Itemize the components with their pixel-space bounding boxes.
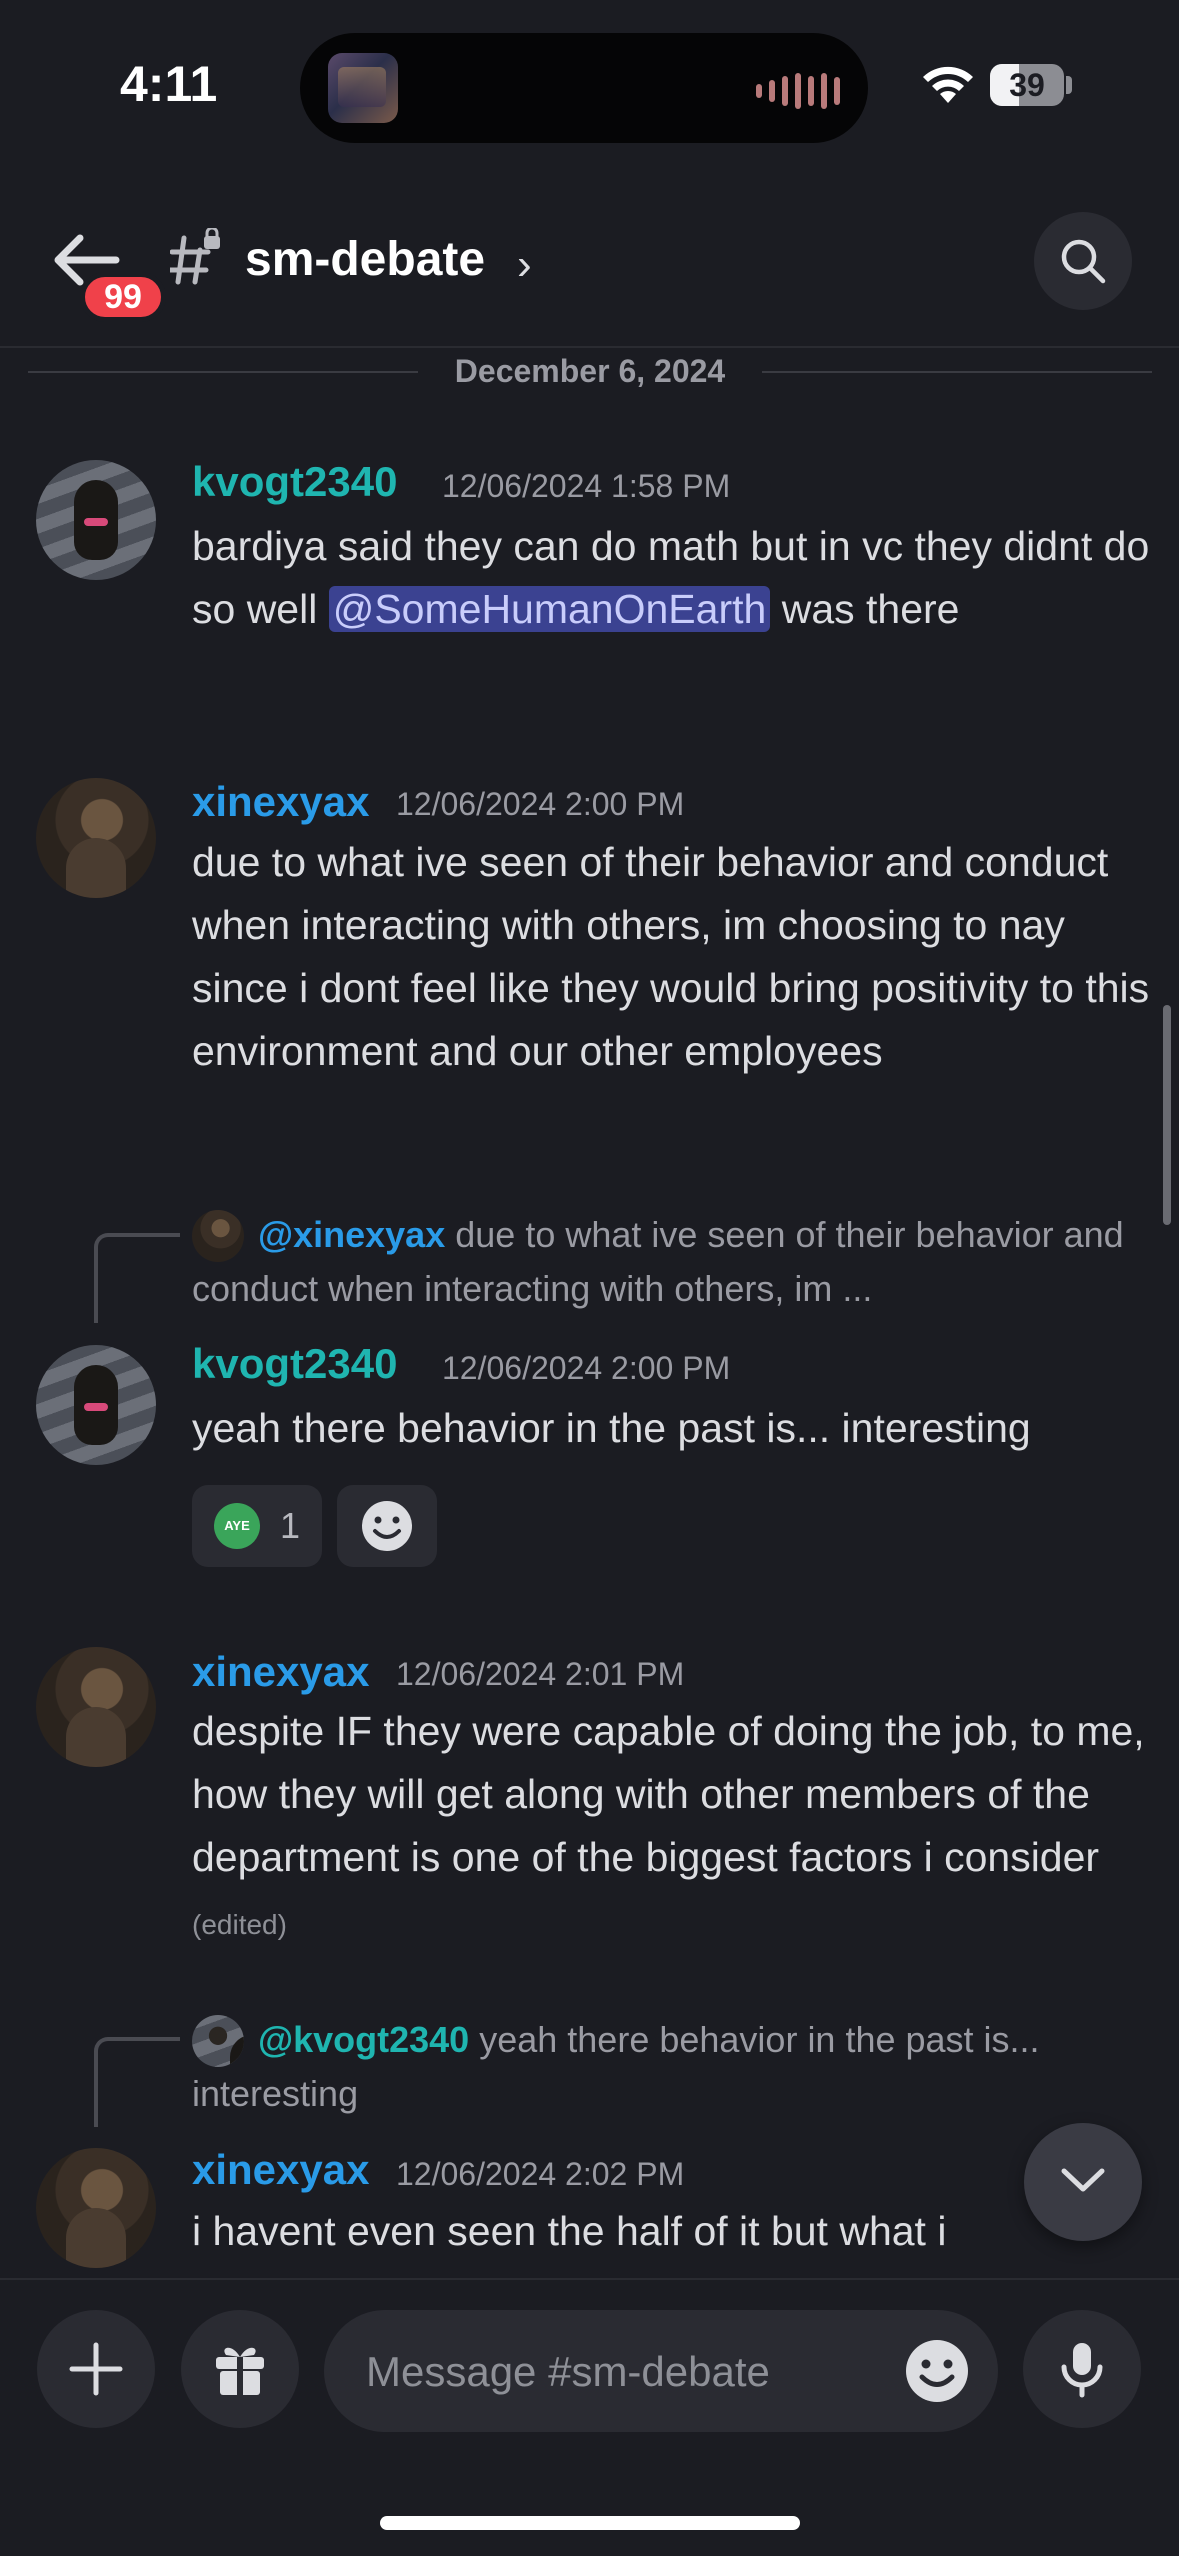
jump-to-present-button[interactable] (1024, 2123, 1142, 2241)
message-text: yeah there behavior in the past is... in… (192, 1405, 1031, 1451)
message-author[interactable]: kvogt2340 (192, 1340, 397, 1388)
message-timestamp: 12/06/2024 2:00 PM (442, 1350, 731, 1386)
message-timestamp: 12/06/2024 2:00 PM (396, 786, 685, 822)
message-text: bardiya said they can do math but in vc … (192, 523, 1150, 632)
reaction-chip[interactable]: AYE 1 (192, 1485, 322, 1567)
message-timestamp: 12/06/2024 2:01 PM (396, 1656, 685, 1692)
wifi-icon (923, 66, 973, 103)
avatar[interactable] (36, 1647, 156, 1767)
chevron-down-icon (1061, 2168, 1105, 2192)
dynamic-island (300, 33, 868, 143)
message-input[interactable]: Message #sm-debate (324, 2310, 998, 2432)
emoji-icon[interactable] (904, 2338, 970, 2404)
avatar[interactable] (36, 778, 156, 898)
avatar[interactable] (36, 1345, 156, 1465)
user-mention[interactable]: @SomeHumanOnEarth (328, 586, 771, 632)
message-text: i havent even seen the half of it but wh… (192, 2208, 947, 2254)
message-text: due to what ive seen of their behavior a… (192, 839, 1150, 1074)
reply-connector (94, 2037, 180, 2127)
message-input-placeholder: Message #sm-debate (366, 2348, 770, 2395)
avatar[interactable] (36, 460, 156, 580)
scrollbar[interactable] (1163, 1005, 1171, 1225)
reply-preview[interactable]: @xinexyax due to what ive seen of their … (192, 1208, 1152, 1316)
edited-label: (edited) (192, 1909, 287, 1940)
message-author[interactable]: xinexyax (192, 2146, 369, 2194)
reply-connector (94, 1233, 180, 1323)
battery-icon: 39 (990, 64, 1064, 106)
gift-icon (216, 2347, 264, 2395)
avatar[interactable] (36, 2148, 156, 2268)
microphone-icon (1061, 2343, 1103, 2398)
message-timestamp: 12/06/2024 1:58 PM (442, 468, 731, 504)
channel-name[interactable]: sm-debate (245, 232, 485, 287)
message-timestamp: 12/06/2024 2:02 PM (396, 2156, 685, 2192)
voice-message-button[interactable] (1023, 2310, 1141, 2428)
date-divider: December 6, 2024 (454, 353, 726, 389)
unread-badge: 99 (80, 272, 166, 322)
now-playing-thumbnail (328, 53, 398, 123)
message-text: despite IF they were capable of doing th… (192, 1708, 1145, 1940)
plus-icon (69, 2342, 123, 2396)
message-author[interactable]: xinexyax (192, 1648, 369, 1696)
message-author[interactable]: kvogt2340 (192, 458, 397, 506)
battery-level: 39 (1009, 67, 1045, 103)
gift-button[interactable] (181, 2310, 299, 2428)
channel-details-chevron-icon[interactable]: › (517, 240, 532, 290)
header-divider (0, 346, 1179, 348)
emoji-icon (362, 1501, 412, 1551)
reaction-count: 1 (280, 1505, 301, 1546)
home-indicator[interactable] (380, 2516, 800, 2530)
audio-waveform-icon (756, 73, 840, 109)
aye-emoji-icon: AYE (214, 1503, 260, 1549)
reply-preview[interactable]: @kvogt2340 yeah there behavior in the pa… (192, 2013, 1152, 2121)
channel-hash-lock-icon (170, 228, 220, 285)
attach-button[interactable] (37, 2310, 155, 2428)
search-button[interactable] (1034, 212, 1132, 310)
status-time: 4:11 (120, 56, 218, 112)
message-author[interactable]: xinexyax (192, 778, 369, 826)
search-icon (1061, 239, 1106, 284)
add-reaction-button[interactable] (337, 1485, 437, 1567)
